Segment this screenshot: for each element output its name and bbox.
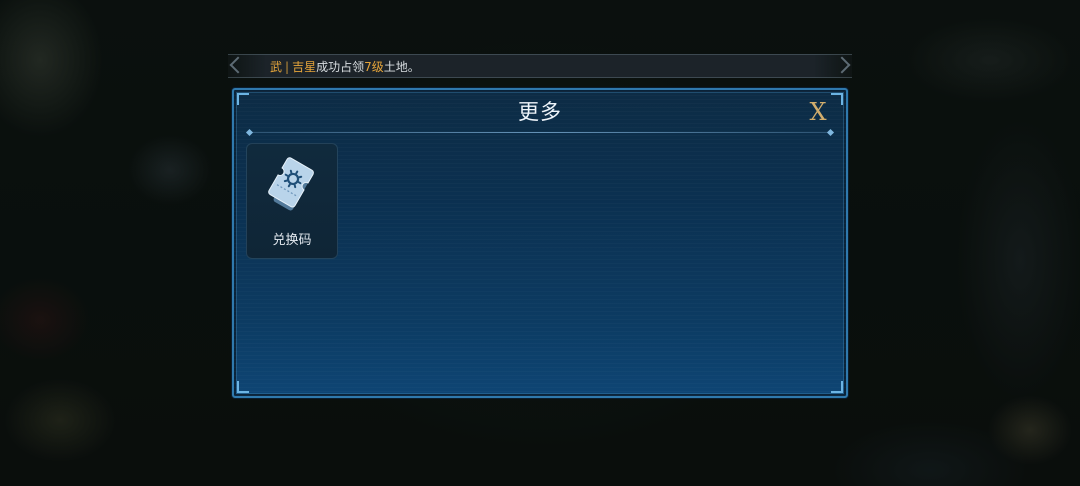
feature-grid: 兑换码 — [246, 143, 338, 259]
notice-left-cap — [229, 56, 247, 74]
notice-separator: | — [285, 60, 290, 74]
notice-right-cap — [833, 56, 851, 74]
redeem-code-tile[interactable]: 兑换码 — [246, 143, 338, 259]
more-dialog: 更多 X 兑换码 — [232, 88, 848, 398]
notice-message: 武 | 吉星成功占领7级土地。 — [270, 59, 420, 75]
notice-action-text: 成功占领 — [316, 60, 365, 74]
notice-server-name: 吉星 — [292, 60, 317, 74]
close-button[interactable]: X — [806, 98, 830, 126]
ticket-icon — [268, 157, 314, 211]
game-screen: 武 | 吉星成功占领7级土地。 更多 X 兑换码 — [0, 0, 1080, 486]
redeem-code-label: 兑换码 — [272, 233, 312, 248]
notice-suffix: 土地。 — [383, 60, 420, 74]
notice-level: 7级 — [364, 60, 384, 74]
notice-player-name: 武 — [270, 60, 283, 74]
panel-corner-bottom-left — [237, 381, 249, 393]
panel-corner-bottom-right — [831, 381, 843, 393]
title-divider — [250, 132, 830, 133]
broadcast-notice-bar: 武 | 吉星成功占领7级土地。 — [228, 54, 852, 78]
dialog-title: 更多 — [518, 100, 562, 124]
